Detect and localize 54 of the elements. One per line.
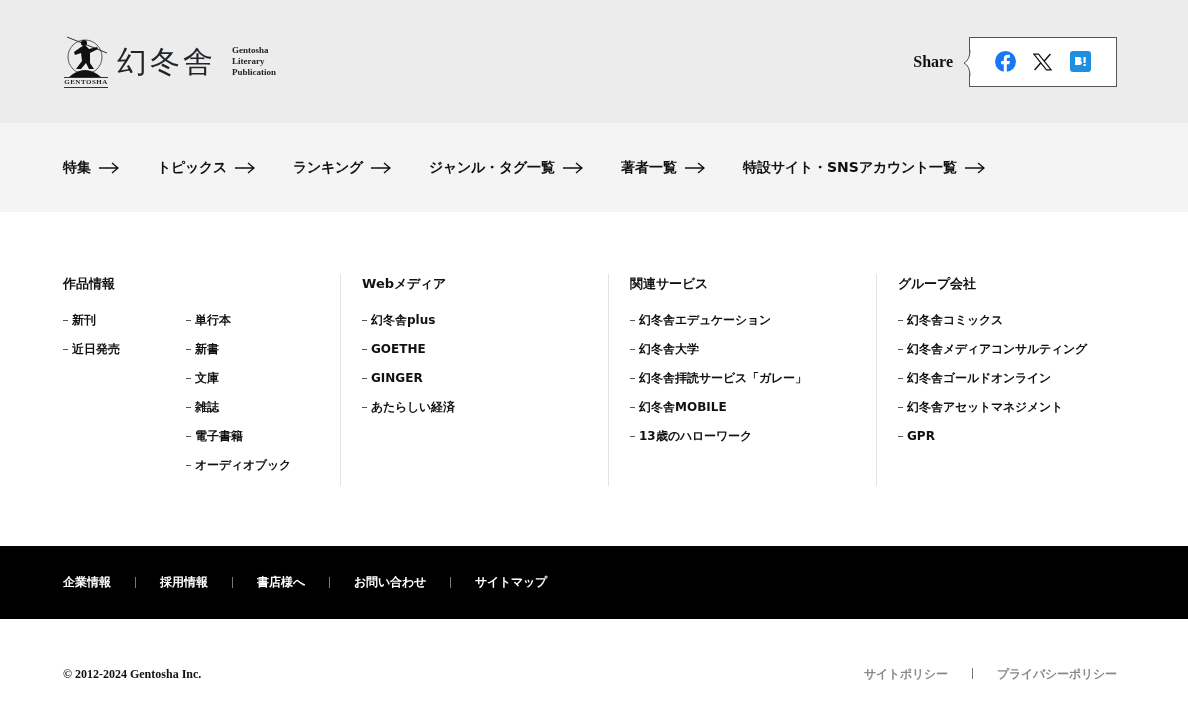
arrow-right-icon — [964, 161, 985, 174]
footer-link[interactable]: 幻冬舎拝読サービス「ガレー」 — [630, 369, 807, 387]
footer-link[interactable]: GPR — [898, 427, 935, 445]
section-heading: Webメディア — [362, 275, 447, 293]
footer-link[interactable]: 新刊 — [63, 311, 96, 329]
arrow-right-icon — [99, 161, 119, 174]
footer-link[interactable]: 幻冬舎コミックス — [898, 311, 1003, 329]
footer-link[interactable]: 近日発売 — [63, 340, 120, 358]
nav-link[interactable]: トピックス — [157, 157, 255, 178]
nav-link[interactable]: 特設サイト・SNSアカウント一覧 — [743, 157, 985, 178]
corporate-link[interactable]: 採用情報 — [160, 573, 208, 591]
policy-link[interactable]: プライバシーポリシー — [997, 664, 1117, 683]
footer-link[interactable]: 幻冬舎MOBILE — [630, 398, 727, 416]
footer-link[interactable]: 幻冬舎アセットマネジメント — [898, 398, 1063, 416]
logo-tagline: Publication — [232, 67, 276, 78]
arrow-right-icon — [563, 161, 583, 174]
footer-link[interactable]: 幻冬舎エデュケーション — [630, 311, 771, 329]
bookmark-icon[interactable] — [1070, 51, 1092, 72]
policy-link[interactable]: サイトポリシー — [864, 664, 948, 683]
footer-link[interactable]: 幻冬舎plus — [362, 311, 436, 329]
nav-link[interactable]: 特集 — [63, 157, 119, 178]
section-heading: 関連サービス — [630, 275, 709, 293]
facebook-icon[interactable] — [994, 51, 1016, 72]
footer-link[interactable]: GINGER — [362, 369, 423, 387]
footer-link[interactable]: あたらしい経済 — [362, 398, 455, 416]
logo-tagline: Literary — [232, 56, 266, 67]
nav-link[interactable]: ランキング — [293, 157, 391, 178]
footer-link[interactable]: 幻冬舎大学 — [630, 340, 699, 358]
share-label: Share — [913, 51, 953, 72]
arrow-right-icon — [685, 161, 705, 174]
footer-link[interactable]: GOETHE — [362, 340, 426, 358]
corporate-link[interactable]: サイトマップ — [475, 573, 547, 591]
section-heading: グループ会社 — [898, 275, 977, 293]
x-logo-icon[interactable] — [1033, 52, 1053, 71]
footer-link[interactable]: オーディオブック — [186, 456, 291, 474]
section-heading: 作品情報 — [63, 275, 116, 293]
corporate-link[interactable]: 企業情報 — [63, 573, 111, 591]
logo-tagline: Gentosha — [232, 45, 270, 56]
logo-kanji: 幻冬舎 — [117, 44, 216, 80]
copyright: © 2012-2024 Gentosha Inc. — [63, 665, 202, 683]
footer-link[interactable]: 電子書籍 — [186, 427, 243, 445]
footer-link[interactable]: 文庫 — [186, 369, 219, 387]
footer-link[interactable]: 13歳のハローワーク — [630, 427, 752, 445]
arrow-right-icon — [235, 161, 255, 174]
corporate-link[interactable]: お問い合わせ — [354, 573, 426, 591]
corporate-link[interactable]: 書店様へ — [257, 573, 305, 591]
footer-link[interactable]: 雑誌 — [186, 398, 219, 416]
arrow-right-icon — [371, 161, 391, 174]
footer-link[interactable]: 単行本 — [186, 311, 231, 329]
footer-link[interactable]: 幻冬舎ゴールドオンライン — [898, 369, 1051, 387]
nav-link[interactable]: ジャンル・タグ一覧 — [429, 157, 583, 178]
footer-link[interactable]: 新書 — [186, 340, 219, 358]
footer-link[interactable]: 幻冬舎メディアコンサルティング — [898, 340, 1087, 358]
nav-link[interactable]: 著者一覧 — [621, 157, 705, 178]
